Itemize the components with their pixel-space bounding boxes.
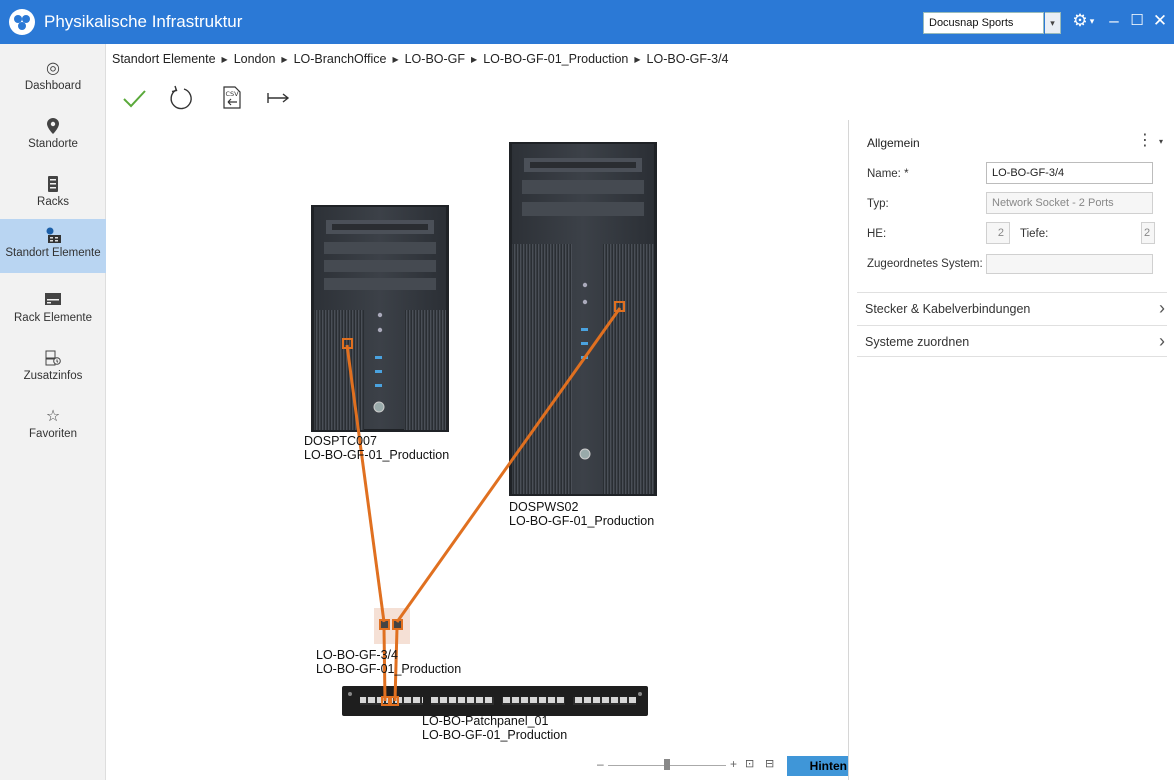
close-icon[interactable]: ✕ <box>1150 10 1170 32</box>
gauge-icon: ◎ <box>46 60 60 77</box>
chevron-right-icon: › <box>1159 331 1165 351</box>
sidebar-item-label: Zusatzinfos <box>23 370 83 382</box>
forward-arrow-icon[interactable] <box>264 84 292 112</box>
refresh-icon[interactable] <box>167 84 195 112</box>
assigned-system-field[interactable] <box>986 254 1153 274</box>
breadcrumb-separator-icon: ▶ <box>281 55 288 64</box>
app-window: Physikalische Infrastruktur Docusnap Spo… <box>0 0 1174 780</box>
he-field: 2 <box>986 222 1010 244</box>
breadcrumb-separator-icon: ▶ <box>471 55 478 64</box>
chevron-right-icon: › <box>1159 298 1165 318</box>
breadcrumb-separator-icon: ▶ <box>392 55 399 64</box>
device-patchpanel[interactable] <box>342 686 648 716</box>
device-name: LO-BO-GF-3/4 <box>316 648 398 662</box>
breadcrumb-item[interactable]: LO-BO-GF-3/4 <box>647 52 729 66</box>
view-toggle-hinten[interactable]: Hinten <box>787 756 850 776</box>
check-icon[interactable] <box>120 84 148 112</box>
type-field: Network Socket - 2 Ports <box>986 192 1153 214</box>
sidebar-item-racks[interactable]: Racks <box>0 168 106 220</box>
device-label: DOSPWS02 LO-BO-GF-01_Production <box>509 500 654 528</box>
info-documents-icon <box>42 350 64 368</box>
view-toggle-label: Hinten <box>809 759 847 773</box>
chevron-down-icon[interactable]: ▾ <box>1045 12 1061 34</box>
breadcrumb-item[interactable]: LO-BranchOffice <box>294 52 387 66</box>
tenant-select[interactable]: Docusnap Sports <box>923 12 1044 34</box>
section-title: Stecker & Kabelverbindungen <box>865 302 1031 316</box>
minimize-icon[interactable]: – <box>1104 10 1124 32</box>
device-location: LO-BO-GF-01_Production <box>422 728 568 742</box>
depth-label: Tiefe: <box>1020 228 1049 240</box>
canvas-drawing <box>311 142 657 716</box>
infrastructure-canvas[interactable]: DOSPTC007 LO-BO-GF-01_Production DOSPWS0… <box>106 120 848 780</box>
sidebar: ◎ Dashboard Standorte Racks Standort Ele… <box>0 44 106 780</box>
breadcrumb-item[interactable]: LO-BO-GF <box>405 52 465 66</box>
device-location: LO-BO-GF-01_Production <box>509 514 655 528</box>
sidebar-item-label: Rack Elemente <box>14 312 92 324</box>
title-bar: Physikalische Infrastruktur Docusnap Spo… <box>0 0 1174 44</box>
sidebar-item-label: Racks <box>37 196 69 208</box>
star-icon: ☆ <box>45 408 61 425</box>
window-title: Physikalische Infrastruktur <box>44 12 243 31</box>
device-location: LO-BO-GF-01_Production <box>316 662 462 676</box>
assigned-system-label: Zugeordnetes System: <box>867 258 983 270</box>
section-cable-connections[interactable]: Stecker & Kabelverbindungen › <box>857 292 1167 324</box>
panel-header: Allgemein <box>867 136 920 150</box>
zoom-slider-thumb[interactable] <box>664 759 670 770</box>
breadcrumb-item[interactable]: Standort Elemente <box>112 52 216 66</box>
more-options-icon[interactable]: ⋮ <box>1137 130 1153 150</box>
zoom-in-button[interactable]: + <box>730 757 737 771</box>
device-dospws02[interactable] <box>509 142 657 496</box>
sidebar-item-label: Dashboard <box>24 80 82 92</box>
sidebar-item-dashboard[interactable]: ◎ Dashboard <box>0 52 106 104</box>
device-dosptc007[interactable] <box>311 205 449 432</box>
name-label: Name: * <box>867 168 909 180</box>
device-name: DOSPTC007 <box>304 434 377 448</box>
sidebar-item-zusatzinfos[interactable]: Zusatzinfos <box>0 342 106 394</box>
site-elements-icon <box>42 227 64 245</box>
depth-field: 2 <box>1141 222 1155 244</box>
properties-panel: Allgemein ⋮ ▾ Name: * LO-BO-GF-3/4 Typ: … <box>848 120 1174 780</box>
zoom-reset-icon[interactable]: ⊟ <box>765 757 774 770</box>
breadcrumb-item[interactable]: London <box>234 52 276 66</box>
breadcrumb-item[interactable]: LO-BO-GF-01_Production <box>483 52 628 66</box>
type-label: Typ: <box>867 198 889 210</box>
sidebar-item-standort-elemente[interactable]: Standort Elemente <box>0 219 106 273</box>
sidebar-item-label: Standorte <box>28 138 78 150</box>
name-field[interactable]: LO-BO-GF-3/4 <box>986 162 1153 184</box>
breadcrumb-separator-icon: ▶ <box>221 55 228 64</box>
device-label: LO-BO-Patchpanel_01 LO-BO-GF-01_Producti… <box>422 714 567 742</box>
section-assign-systems[interactable]: Systeme zuordnen › <box>857 325 1167 357</box>
device-location: LO-BO-GF-01_Production <box>304 448 450 462</box>
chevron-down-icon[interactable]: ▾ <box>1087 10 1097 32</box>
chevron-down-icon[interactable]: ▾ <box>1159 137 1163 146</box>
sidebar-item-label: Standort Elemente <box>5 247 101 259</box>
fit-to-screen-icon[interactable]: ⊡ <box>745 757 754 770</box>
rack-element-icon <box>42 292 64 310</box>
section-title: Systeme zuordnen <box>865 335 970 349</box>
device-label: DOSPTC007 LO-BO-GF-01_Production <box>304 434 449 462</box>
sidebar-item-standorte[interactable]: Standorte <box>0 110 106 162</box>
maximize-icon[interactable]: ☐ <box>1127 10 1147 32</box>
location-pin-icon <box>42 118 64 136</box>
sidebar-item-label: Favoriten <box>29 428 77 440</box>
app-logo-icon <box>9 9 35 35</box>
csv-export-icon[interactable]: CSV <box>218 84 246 112</box>
sidebar-item-rack-elemente[interactable]: Rack Elemente <box>0 284 106 336</box>
device-label: LO-BO-GF-3/4 LO-BO-GF-01_Production <box>316 648 461 676</box>
breadcrumb-separator-icon: ▶ <box>634 55 641 64</box>
he-label: HE: <box>867 228 887 240</box>
device-name: DOSPWS02 <box>509 500 579 514</box>
rack-icon <box>42 176 64 194</box>
sidebar-item-favoriten[interactable]: ☆ Favoriten <box>0 400 106 452</box>
svg-text:CSV: CSV <box>226 90 240 98</box>
breadcrumb: Standort Elemente ▶ London ▶ LO-BranchOffice… <box>112 52 729 66</box>
device-name: LO-BO-Patchpanel_01 <box>422 714 549 728</box>
zoom-out-button[interactable]: – <box>597 757 604 771</box>
